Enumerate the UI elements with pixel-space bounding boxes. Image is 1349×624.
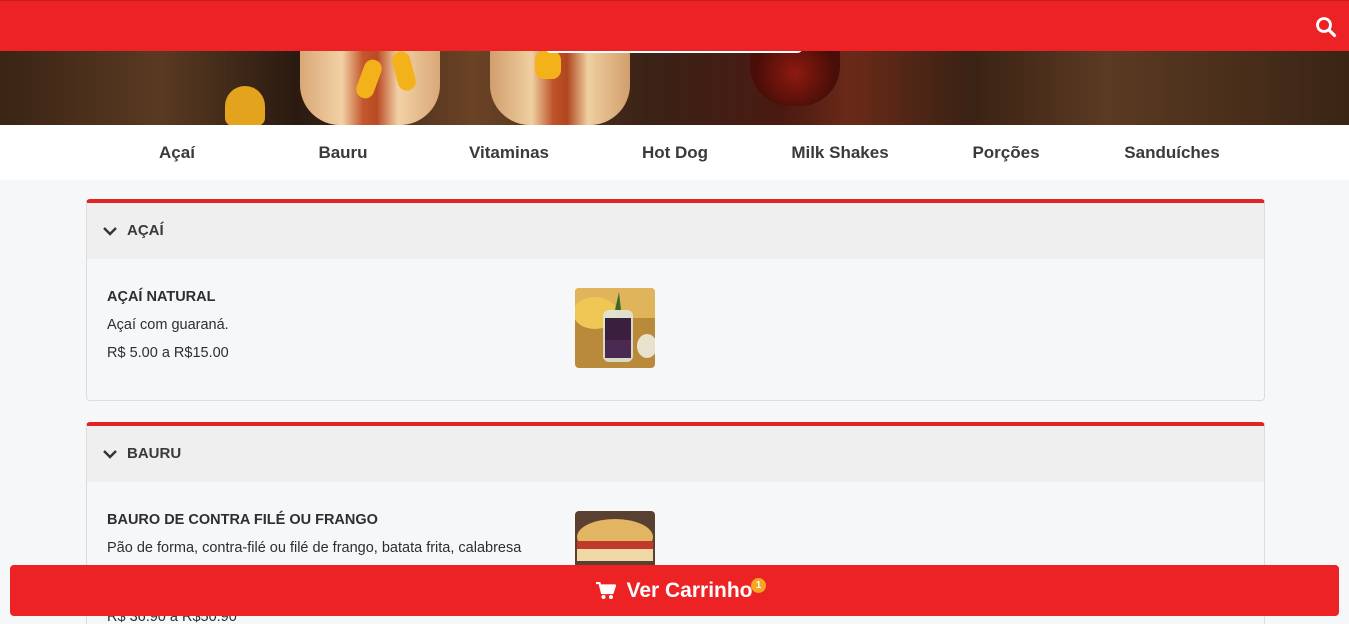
view-cart-button[interactable]: Ver Carrinho 1 [10,565,1339,616]
cart-label: Ver Carrinho [626,578,753,602]
section-title: AÇAÍ [127,222,164,239]
section-acai: AÇAÍ AÇAÍ NATURAL Açaí com guaraná. R$ 5… [86,199,1265,401]
search-pill [545,51,803,53]
tab-vitaminas[interactable]: Vitaminas [429,125,589,180]
tab-milk-shakes[interactable]: Milk Shakes [760,125,920,180]
tab-bauru[interactable]: Bauru [263,125,423,180]
category-nav: Açaí Bauru Vitaminas Hot Dog Milk Shakes… [0,125,1349,180]
search-icon[interactable] [1315,16,1337,38]
cart-count-badge: 1 [751,578,766,593]
item-image [575,288,655,368]
item-description: Açaí com guaraná. [107,317,229,333]
section-header[interactable]: AÇAÍ [87,203,1264,259]
tab-hot-dog[interactable]: Hot Dog [595,125,755,180]
ketchup-decoration [750,51,840,106]
banner-food-decoration [225,86,265,125]
tab-sanduiches[interactable]: Sanduíches [1092,125,1252,180]
chevron-down-icon [103,227,117,236]
tab-porcoes[interactable]: Porções [926,125,1086,180]
top-bar [0,0,1349,51]
tab-acai[interactable]: Açaí [97,125,257,180]
item-name: BAURO DE CONTRA FILÉ OU FRANGO [107,512,378,528]
menu-item[interactable]: AÇAÍ NATURAL Açaí com guaraná. R$ 5.00 a… [87,259,1264,399]
item-name: AÇAÍ NATURAL [107,289,216,305]
item-description: Pão de forma, contra-filé ou filé de fra… [107,540,522,556]
cart-icon [596,581,617,599]
chevron-down-icon [103,450,117,459]
item-price: R$ 5.00 a R$15.00 [107,345,229,361]
mustard-decoration [535,51,561,79]
section-title: BAURU [127,445,182,462]
section-header[interactable]: BAURU [87,426,1264,482]
hero-banner [0,51,1349,125]
